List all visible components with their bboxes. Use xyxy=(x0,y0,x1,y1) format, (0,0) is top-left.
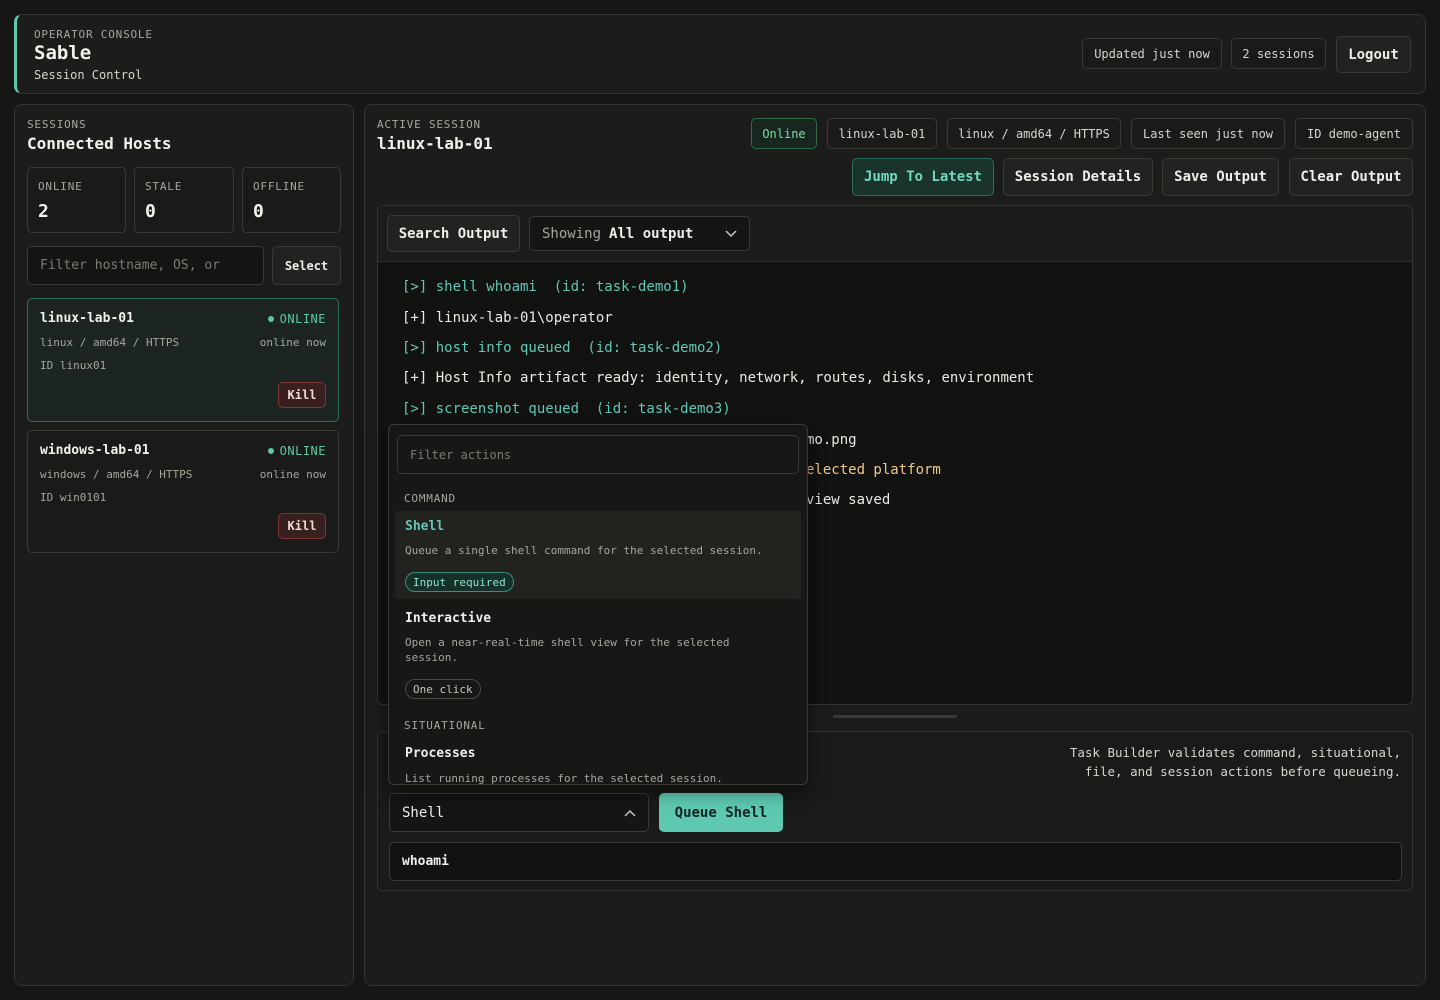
chevron-down-icon xyxy=(725,230,737,238)
stat-stale: STALE 0 xyxy=(134,167,234,233)
input-required-tag: Input required xyxy=(405,572,514,592)
action-filter-input[interactable] xyxy=(397,435,799,474)
updated-badge: Updated just now xyxy=(1082,38,1222,69)
log-line: mo.png xyxy=(806,432,857,448)
task-builder-note: Task Builder validates command, situatio… xyxy=(1069,745,1401,779)
session-details-button[interactable]: Session Details xyxy=(1003,158,1153,196)
menu-item-interactive[interactable]: Interactive Open a near-real-time shell … xyxy=(395,603,801,703)
stat-value: 2 xyxy=(38,201,49,222)
host-platform: windows / amd64 / HTTPS xyxy=(40,468,193,481)
menu-item-processes[interactable]: Processes List running processes for the… xyxy=(395,738,801,785)
sessions-count-badge: 2 sessions xyxy=(1231,38,1326,69)
host-status: ONLINE xyxy=(267,312,326,326)
menu-item-desc: Queue a single shell command for the sel… xyxy=(405,544,763,557)
action-dropdown-menu: COMMAND Shell Queue a single shell comma… xyxy=(388,424,808,785)
host-id: ID win0101 xyxy=(40,491,107,504)
one-click-tag: One click xyxy=(405,679,481,699)
stat-online: ONLINE 2 xyxy=(27,167,126,233)
log-line: [>] shell whoami (id: task-demo1) xyxy=(402,279,689,295)
output-toolbar: Search Output Showing All output xyxy=(378,206,1412,262)
jump-to-latest-button[interactable]: Jump To Latest xyxy=(852,158,994,196)
stat-value: 0 xyxy=(145,201,156,222)
stat-label: STALE xyxy=(145,180,183,193)
host-name: windows-lab-01 xyxy=(40,443,150,458)
host-last-seen: online now xyxy=(259,468,326,481)
app-subtitle: Session Control xyxy=(34,68,143,82)
chevron-up-icon xyxy=(624,809,636,817)
output-filter-select[interactable]: Showing All output xyxy=(529,216,750,251)
header-eyebrow: OPERATOR CONSOLE xyxy=(34,28,153,41)
select-button[interactable]: Select xyxy=(272,246,341,285)
menu-item-desc: Open a near-real-time shell view for the… xyxy=(405,636,730,664)
main-eyebrow: ACTIVE SESSION xyxy=(377,118,481,131)
session-id-badge: ID demo-agent xyxy=(1295,118,1413,149)
log-line: [>] host info queued (id: task-demo2) xyxy=(402,340,723,356)
stat-offline: OFFLINE 0 xyxy=(242,167,341,233)
log-line: [+] linux-lab-01\operator xyxy=(402,310,613,326)
host-platform: linux / amd64 / HTTPS xyxy=(40,336,180,349)
action-select[interactable]: Shell xyxy=(389,793,649,832)
menu-group-label: SITUATIONAL xyxy=(404,719,486,732)
menu-item-title: Processes xyxy=(405,746,476,761)
menu-item-shell[interactable]: Shell Queue a single shell command for t… xyxy=(395,511,801,599)
session-status-badge: Online xyxy=(751,118,817,149)
log-line: [>] screenshot queued (id: task-demo3) xyxy=(402,401,731,417)
host-card-linux-lab-01[interactable]: linux-lab-01 ONLINE linux / amd64 / HTTP… xyxy=(27,298,339,422)
menu-group-label: COMMAND xyxy=(404,492,456,505)
host-status-label: ONLINE xyxy=(279,444,326,458)
session-host-badge: linux-lab-01 xyxy=(827,118,937,149)
session-last-seen-badge: Last seen just now xyxy=(1131,118,1285,149)
host-last-seen: online now xyxy=(259,336,326,349)
host-filter-input[interactable] xyxy=(27,246,264,285)
menu-item-title: Shell xyxy=(405,519,445,534)
logout-button[interactable]: Logout xyxy=(1336,36,1411,73)
host-name: linux-lab-01 xyxy=(40,311,134,326)
host-card-windows-lab-01[interactable]: windows-lab-01 ONLINE windows / amd64 / … xyxy=(27,430,339,553)
kill-button[interactable]: Kill xyxy=(278,513,326,539)
showing-value: All output xyxy=(609,225,694,242)
showing-prefix: Showing xyxy=(542,225,602,242)
host-status-label: ONLINE xyxy=(279,312,326,326)
save-output-button[interactable]: Save Output xyxy=(1162,158,1279,196)
log-line: elected platform xyxy=(806,462,941,478)
kill-button[interactable]: Kill xyxy=(278,382,326,408)
app-header: OPERATOR CONSOLE Sable Session Control U… xyxy=(14,14,1426,94)
sidebar-eyebrow: SESSIONS xyxy=(27,118,87,131)
queue-shell-button[interactable]: Queue Shell xyxy=(659,793,783,832)
stat-label: ONLINE xyxy=(38,180,83,193)
action-select-value: Shell xyxy=(402,804,445,821)
active-session-title: linux-lab-01 xyxy=(377,134,493,153)
resize-handle[interactable] xyxy=(833,715,957,718)
log-line: [+] Host Info artifact ready: identity, … xyxy=(402,370,1035,386)
status-dot-icon xyxy=(267,316,274,322)
sessions-sidebar: SESSIONS Connected Hosts ONLINE 2 STALE … xyxy=(14,104,354,986)
app-brand: Sable xyxy=(34,42,92,64)
menu-item-desc: List running processes for the selected … xyxy=(405,772,723,785)
session-platform-badge: linux / amd64 / HTTPS xyxy=(947,118,1121,149)
search-output-button[interactable]: Search Output xyxy=(387,215,520,252)
host-status: ONLINE xyxy=(267,444,326,458)
log-line: view saved xyxy=(806,492,891,508)
command-input[interactable] xyxy=(389,842,1402,881)
stat-value: 0 xyxy=(253,201,264,222)
clear-output-button[interactable]: Clear Output xyxy=(1289,158,1413,196)
status-dot-icon xyxy=(267,448,274,454)
stat-label: OFFLINE xyxy=(253,180,305,193)
host-id: ID linux01 xyxy=(40,359,107,372)
sidebar-title: Connected Hosts xyxy=(27,134,172,153)
menu-item-title: Interactive xyxy=(405,611,492,626)
